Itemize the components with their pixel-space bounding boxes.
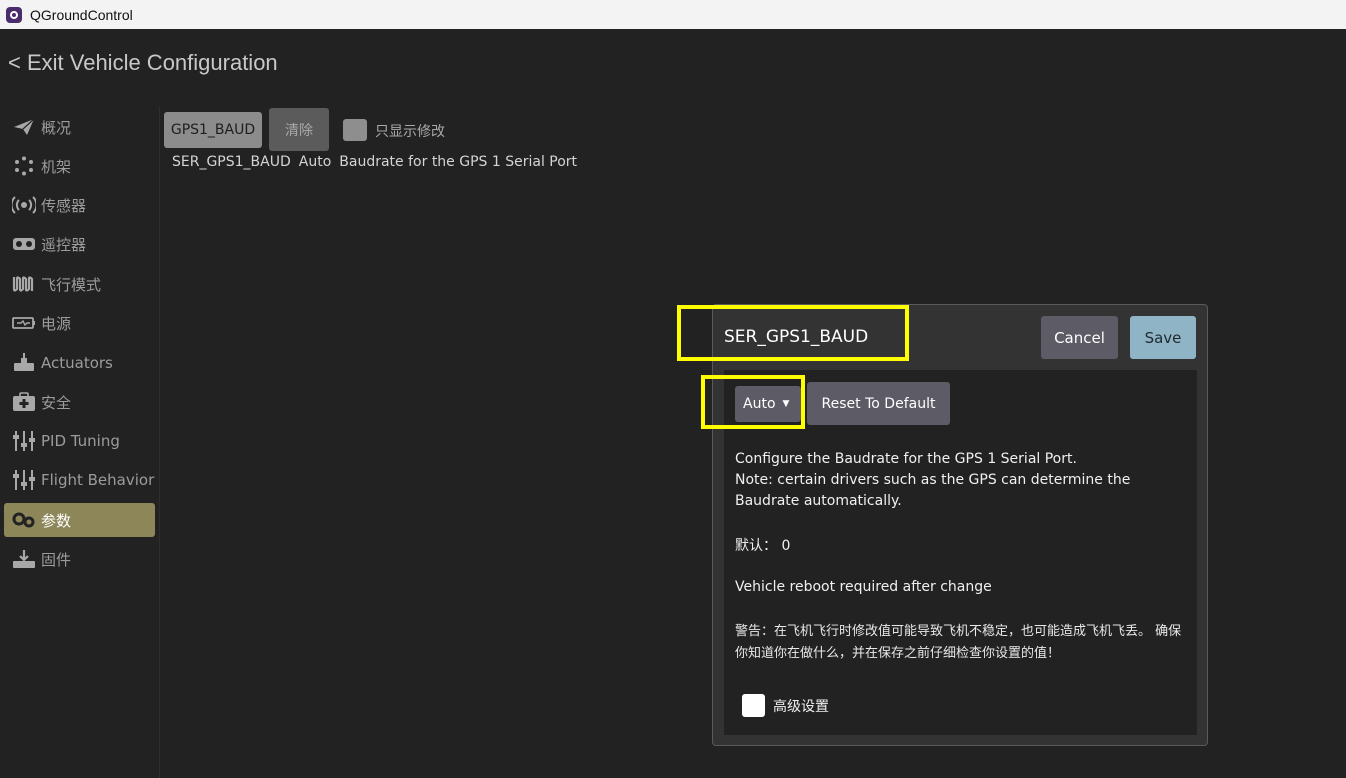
window-title: QGroundControl — [30, 6, 133, 23]
advanced-settings-label: 高级设置 — [773, 699, 829, 715]
airframe-icon — [11, 156, 37, 176]
exit-vehicle-configuration-link[interactable]: < Exit Vehicle Configuration — [8, 50, 278, 76]
sidebar-item-sensors[interactable]: 传感器 — [4, 188, 155, 222]
parameter-row[interactable]: SER_GPS1_BAUD Auto Baudrate for the GPS … — [172, 154, 577, 170]
sidebar-item-actuators[interactable]: Actuators — [4, 346, 155, 380]
paper-plane-icon — [11, 118, 37, 136]
default-label: 默认： — [735, 538, 777, 554]
caret-down-icon: ▼ — [782, 399, 790, 409]
sidebar-item-firmware[interactable]: 固件 — [4, 542, 155, 576]
sidebar: 概况 机架 传感器 遥控器 飞行模式 电源 Actuators 安全 PID T… — [0, 106, 160, 778]
show-modified-only-label: 只显示修改 — [375, 124, 445, 140]
sidebar-item-safety[interactable]: 安全 — [4, 385, 155, 419]
clear-button[interactable]: 清除 — [269, 108, 329, 151]
sidebar-item-summary[interactable]: 概况 — [4, 110, 155, 144]
parameter-name: SER_GPS1_BAUD — [172, 154, 291, 170]
gears-icon — [11, 511, 37, 529]
waveform-icon — [11, 275, 37, 293]
cancel-button[interactable]: Cancel — [1041, 316, 1118, 359]
description-line: Note: certain drivers such as the GPS ca… — [735, 472, 1131, 509]
combobox-value: Auto — [743, 396, 776, 412]
radio-signal-icon — [11, 196, 37, 214]
gamepad-icon — [11, 236, 37, 252]
parameter-value: Auto — [298, 154, 332, 170]
description-line: Configure the Baudrate for the GPS 1 Ser… — [735, 451, 1077, 467]
sidebar-item-label: 遥控器 — [41, 235, 87, 254]
sidebar-item-power[interactable]: 电源 — [4, 306, 155, 340]
sidebar-item-parameters[interactable]: 参数 — [4, 503, 155, 537]
default-value-line: 默认： 0 — [735, 535, 790, 555]
advanced-settings-checkbox[interactable] — [742, 694, 765, 717]
sidebar-item-label: Actuators — [41, 354, 113, 372]
sidebar-item-label: PID Tuning — [41, 432, 120, 450]
dialog-title: SER_GPS1_BAUD — [724, 327, 869, 347]
sidebar-item-label: 电源 — [41, 314, 72, 333]
parameter-long-description: Configure the Baudrate for the GPS 1 Ser… — [735, 449, 1155, 512]
reset-to-default-button[interactable]: Reset To Default — [807, 382, 950, 425]
window-titlebar: QGroundControl — [0, 0, 1346, 29]
save-button[interactable]: Save — [1130, 316, 1196, 359]
sidebar-item-label: 传感器 — [41, 196, 87, 215]
sidebar-item-flight-modes[interactable]: 飞行模式 — [4, 267, 155, 301]
sidebar-item-label: Flight Behavior — [41, 471, 155, 489]
sidebar-item-radio[interactable]: 遥控器 — [4, 227, 155, 261]
sidebar-item-label: 安全 — [41, 393, 72, 412]
sidebar-item-label: 飞行模式 — [41, 275, 102, 294]
sidebar-item-label: 机架 — [41, 157, 72, 176]
show-modified-only-checkbox[interactable] — [343, 119, 367, 141]
search-filter-button[interactable]: GPS1_BAUD — [164, 112, 262, 148]
sliders-icon — [11, 430, 37, 452]
medkit-icon — [11, 392, 37, 412]
qgc-app-icon — [6, 6, 22, 23]
sidebar-item-flight-behavior[interactable]: Flight Behavior — [4, 463, 155, 497]
parameter-editor-dialog: SER_GPS1_BAUD Cancel Save — [712, 304, 1208, 746]
battery-icon — [11, 316, 37, 330]
dialog-body — [724, 370, 1197, 735]
actuator-icon — [11, 353, 37, 373]
default-value: 0 — [781, 538, 791, 554]
download-icon — [11, 549, 37, 569]
sidebar-item-pid-tuning[interactable]: PID Tuning — [4, 424, 155, 458]
reboot-required-note: Vehicle reboot required after change — [735, 579, 992, 595]
sidebar-item-airframe[interactable]: 机架 — [4, 149, 155, 183]
sidebar-item-label: 概况 — [41, 118, 72, 137]
warning-text: 警告：在飞机飞行时修改值可能导致飞机不稳定，也可能造成飞机飞丢。 确保你知道你在… — [735, 624, 1182, 661]
sidebar-item-label: 固件 — [41, 550, 72, 569]
sliders-icon — [11, 469, 37, 491]
value-combobox[interactable]: Auto ▼ — [735, 386, 801, 422]
parameter-description: Baudrate for the GPS 1 Serial Port — [339, 154, 578, 170]
sidebar-item-label: 参数 — [41, 511, 72, 530]
